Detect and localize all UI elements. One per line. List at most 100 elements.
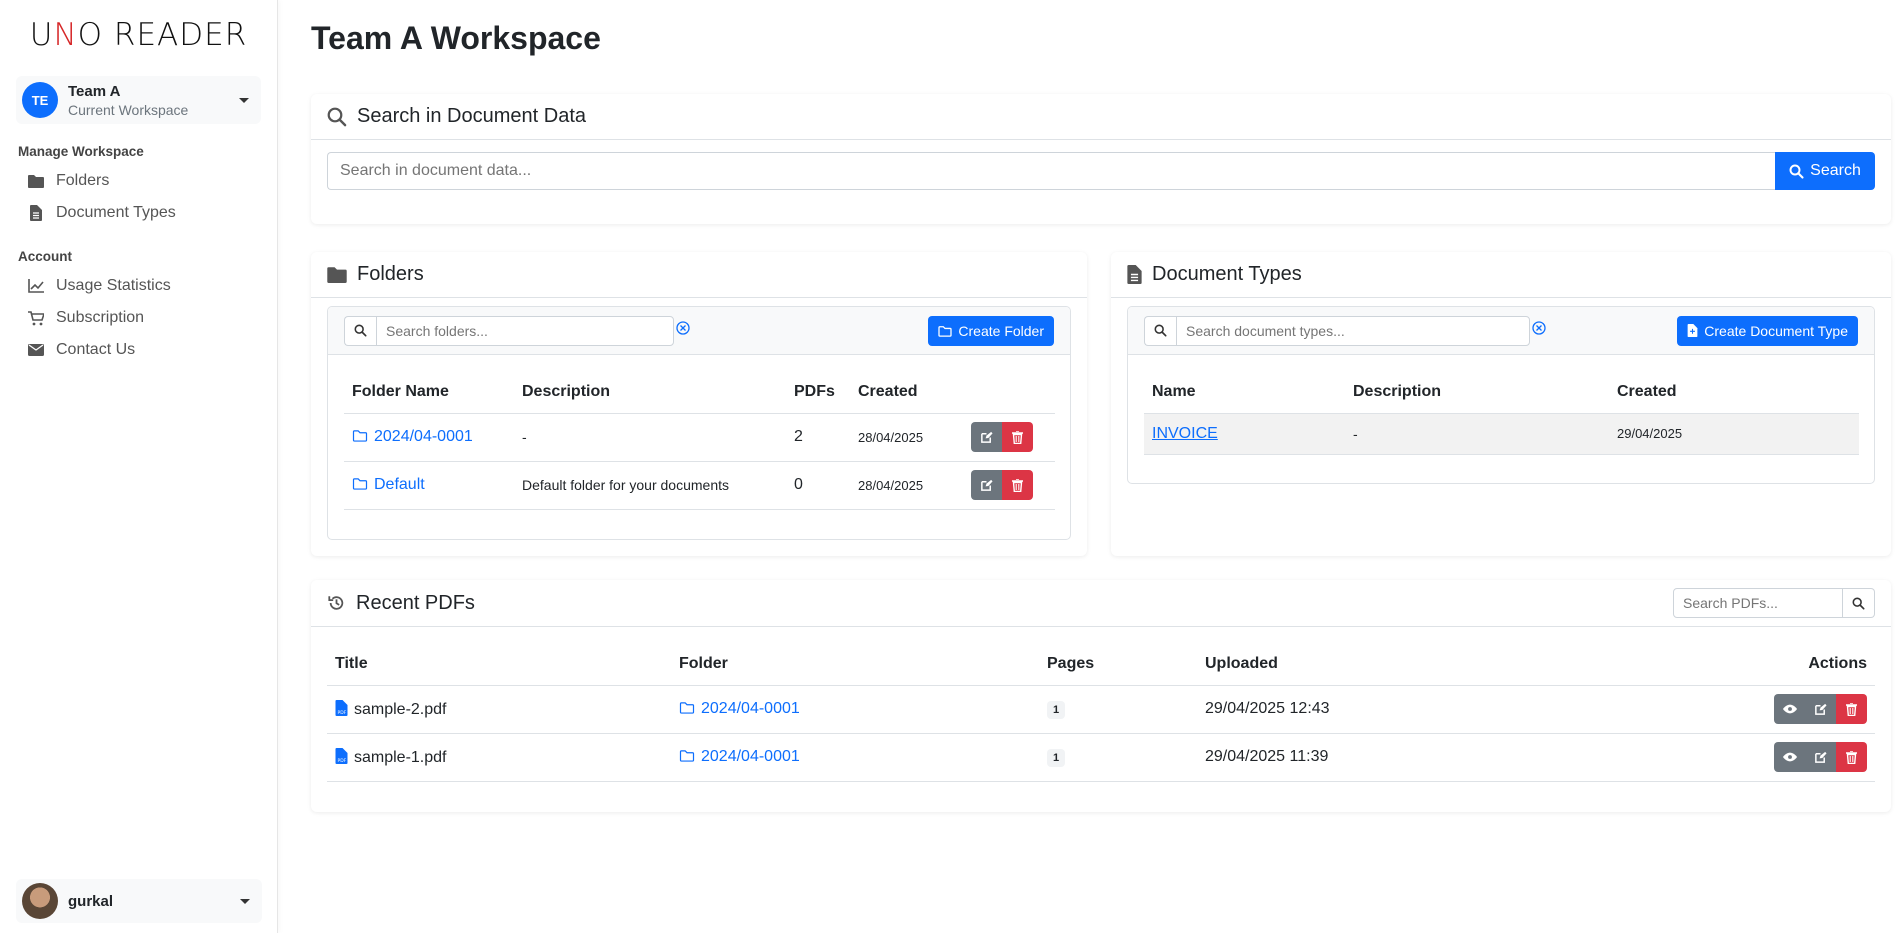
- folder-created: 28/04/2025: [858, 429, 924, 445]
- recent-pdfs-header: Recent PDFs: [311, 580, 1891, 627]
- folder-link[interactable]: 2024/04-0001: [679, 748, 800, 765]
- folder-icon: [327, 266, 347, 283]
- folder-link[interactable]: 2024/04-0001: [352, 428, 473, 445]
- chevron-down-icon: [239, 97, 249, 103]
- delete-pdf-button[interactable]: [1836, 694, 1867, 724]
- logo-text-prefix: U: [29, 17, 54, 53]
- trash-icon: [1012, 478, 1023, 492]
- edit-folder-button[interactable]: [971, 470, 1002, 500]
- uploaded-date: 29/04/2025 11:39: [1205, 748, 1329, 765]
- search-icon: [1852, 597, 1865, 610]
- eye-icon: [1782, 704, 1797, 714]
- folder-icon: [679, 750, 695, 762]
- trash-icon: [1846, 750, 1857, 764]
- sidebar-item-usage-statistics[interactable]: Usage Statistics: [0, 270, 277, 302]
- recent-pdfs-card: Recent PDFs Title Folder Pages Uploaded …: [311, 580, 1891, 812]
- recent-pdfs-table: Title Folder Pages Uploaded Actions PDF s…: [327, 643, 1875, 782]
- search-button[interactable]: Search: [1775, 152, 1875, 190]
- pdfs-search-input[interactable]: [1673, 588, 1843, 618]
- edit-icon: [1815, 703, 1827, 715]
- document-types-search-input[interactable]: [1176, 315, 1530, 346]
- sidebar-item-subscription[interactable]: Subscription: [0, 302, 277, 334]
- pdf-file-icon: PDF: [335, 747, 348, 764]
- document-search-header: Search in Document Data: [311, 94, 1891, 140]
- folder-icon: [28, 173, 44, 189]
- sidebar-item-label: Usage Statistics: [56, 277, 171, 294]
- folders-search-input[interactable]: [376, 315, 674, 346]
- delete-pdf-button[interactable]: [1836, 742, 1867, 772]
- app-logo[interactable]: UNO READER: [0, 0, 277, 70]
- column-header: Description: [1353, 382, 1442, 400]
- column-header: Folder Name: [352, 382, 449, 400]
- document-type-description: -: [1353, 425, 1358, 442]
- sidebar-item-label: Contact Us: [56, 341, 136, 358]
- view-pdf-button[interactable]: [1774, 694, 1805, 724]
- delete-folder-button[interactable]: [1002, 422, 1033, 452]
- sidebar-item-contact-us[interactable]: Contact Us: [0, 334, 277, 366]
- manage-workspace-heading: Manage Workspace: [18, 144, 144, 159]
- document-types-panel: Create Document Type Name Description Cr…: [1127, 306, 1875, 484]
- edit-folder-button[interactable]: [971, 422, 1002, 452]
- user-menu[interactable]: gurkal: [16, 879, 262, 923]
- edit-pdf-button[interactable]: [1805, 694, 1836, 724]
- file-icon: [28, 205, 44, 221]
- sidebar-item-label: Document Types: [56, 204, 176, 221]
- trash-icon: [1846, 702, 1857, 716]
- clear-search-icon[interactable]: [676, 320, 690, 335]
- workspace-switcher[interactable]: TE Team A Current Workspace: [16, 76, 261, 124]
- folder-link[interactable]: 2024/04-0001: [679, 700, 800, 717]
- document-types-card: Document Types Create Document Type: [1111, 252, 1891, 556]
- pdf-title[interactable]: sample-1.pdf: [354, 749, 447, 766]
- envelope-icon: [28, 342, 44, 358]
- edit-pdf-button[interactable]: [1805, 742, 1836, 772]
- column-header: Uploaded: [1205, 654, 1278, 672]
- pdf-file-icon: PDF: [335, 699, 348, 716]
- document-search-card: Search in Document Data Search: [311, 94, 1891, 224]
- file-icon: [1127, 265, 1142, 284]
- column-header: Name: [1152, 382, 1196, 400]
- view-pdf-button[interactable]: [1774, 742, 1805, 772]
- page-title: Team A Workspace: [311, 20, 601, 56]
- sidebar-item-folders[interactable]: Folders: [0, 165, 277, 197]
- search-icon: [1789, 164, 1804, 179]
- folder-created: 28/04/2025: [858, 477, 924, 493]
- card-title: Search in Document Data: [357, 105, 587, 127]
- pdf-title[interactable]: sample-2.pdf: [354, 701, 447, 718]
- card-title: Folders: [357, 263, 424, 285]
- folders-header: Folders: [311, 252, 1087, 298]
- column-header: Description: [522, 382, 611, 400]
- folder-icon: [679, 702, 695, 714]
- svg-text:PDF: PDF: [338, 710, 347, 716]
- delete-folder-button[interactable]: [1002, 470, 1033, 500]
- edit-icon: [981, 479, 993, 491]
- folders-panel: Create Folder Folder Name Description PD…: [327, 306, 1071, 540]
- column-header: Created: [858, 382, 918, 400]
- folder-link[interactable]: Default: [352, 476, 425, 493]
- create-document-type-button[interactable]: Create Document Type: [1677, 315, 1858, 346]
- logo-text-accent: N: [53, 17, 78, 53]
- workspace-name: Team A: [68, 82, 121, 100]
- table-row: PDF sample-2.pdf 2024/04-0001 1 29/04/202…: [327, 685, 1875, 733]
- workspace-subtitle: Current Workspace: [68, 101, 189, 118]
- table-row: PDF sample-1.pdf 2024/04-0001 1 29/04/202…: [327, 733, 1875, 781]
- svg-text:PDF: PDF: [338, 758, 347, 764]
- document-search-input[interactable]: [327, 152, 1775, 190]
- column-header: Folder: [679, 654, 728, 672]
- sidebar-item-document-types[interactable]: Document Types: [0, 197, 277, 229]
- history-icon: [327, 594, 346, 612]
- document-type-link[interactable]: INVOICE: [1152, 425, 1218, 442]
- document-types-header: Document Types: [1111, 252, 1891, 298]
- column-header: Created: [1617, 382, 1677, 400]
- logo-text-suffix: O READER: [77, 17, 248, 53]
- table-row: Default Default folder for your document…: [344, 461, 1055, 509]
- search-icon: [327, 107, 347, 127]
- folders-card: Folders Create Folder: [311, 252, 1087, 556]
- search-pdfs-button[interactable]: [1843, 588, 1875, 618]
- create-folder-button[interactable]: Create Folder: [928, 315, 1054, 346]
- search-icon: [1144, 315, 1176, 346]
- column-header: PDFs: [794, 382, 835, 400]
- sidebar-item-label: Folders: [56, 172, 110, 189]
- chart-line-icon: [28, 278, 44, 294]
- folder-icon: [352, 430, 368, 442]
- clear-search-icon[interactable]: [1532, 320, 1546, 335]
